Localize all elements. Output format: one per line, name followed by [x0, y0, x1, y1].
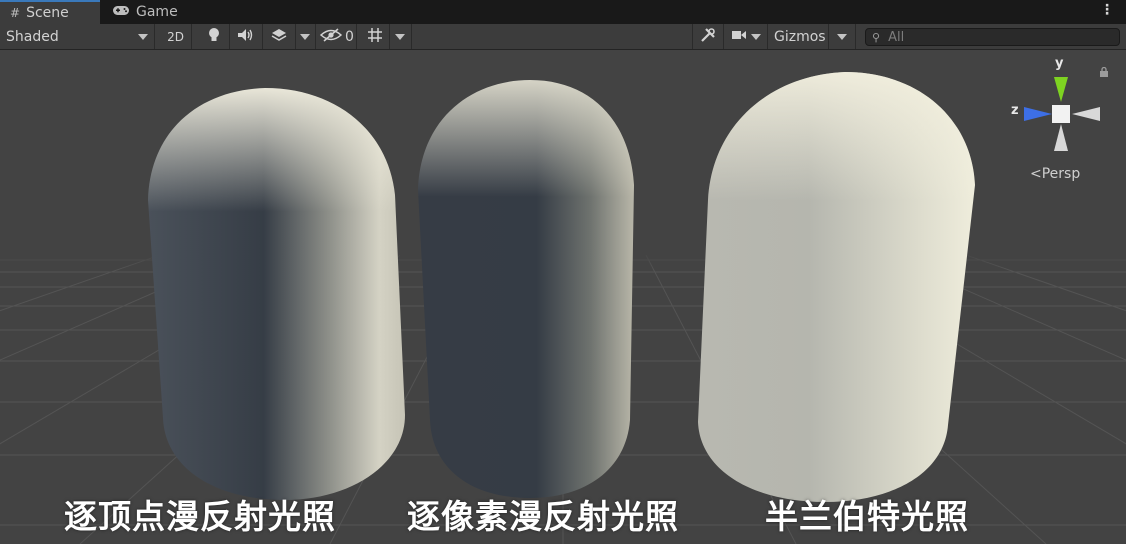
chevron-down-icon: [300, 34, 310, 40]
chevron-down-icon: [837, 34, 847, 40]
camera-settings-button[interactable]: [724, 24, 768, 49]
camera-icon: [731, 29, 747, 45]
eye-hidden-icon: [319, 27, 343, 46]
speaker-icon: [237, 28, 255, 46]
gizmos-dropdown-arrow[interactable]: [829, 24, 856, 49]
neg-y-axis-cone[interactable]: [1054, 124, 1068, 151]
caption-vertex-diffuse: 逐顶点漫反射光照: [64, 497, 336, 536]
chevron-down-icon: [751, 34, 761, 40]
lighting-toggle-button[interactable]: [199, 24, 230, 49]
caption-half-lambert: 半兰伯特光照: [765, 497, 969, 536]
caption-pixel-diffuse: 逐像素漫反射光照: [407, 497, 679, 536]
2d-toggle-button[interactable]: 2D: [160, 24, 192, 49]
tools-button[interactable]: [692, 24, 724, 49]
grid-dropdown-arrow[interactable]: [390, 24, 412, 49]
hidden-objects-button[interactable]: 0: [316, 24, 357, 49]
layers-icon: [270, 27, 288, 47]
2d-label: 2D: [167, 29, 184, 44]
x-axis-cone[interactable]: [1072, 107, 1100, 121]
capsule-vertex-lighting[interactable]: [148, 88, 405, 500]
gizmo-center-cube[interactable]: [1052, 105, 1070, 123]
y-axis-cone[interactable]: [1054, 77, 1068, 102]
gizmos-button[interactable]: Gizmos: [768, 24, 829, 49]
z-axis-cone[interactable]: [1024, 107, 1052, 121]
tab-scene-label: Scene: [26, 5, 69, 21]
scene-render: [0, 72, 1126, 544]
tab-game[interactable]: Game: [102, 0, 192, 24]
chevron-down-icon: [138, 34, 148, 40]
capsule-half-lambert[interactable]: [698, 72, 975, 502]
effects-dropdown-arrow[interactable]: [296, 24, 316, 49]
projection-toggle[interactable]: <Persp: [1030, 166, 1080, 182]
search-input[interactable]: ⚲ All: [865, 28, 1120, 46]
tab-bar: # Scene Game ⋮: [0, 0, 1126, 24]
grid-icon: #: [10, 6, 21, 20]
tab-scene[interactable]: # Scene: [0, 0, 100, 24]
audio-toggle-button[interactable]: [230, 24, 263, 49]
axis-y-label: y: [1055, 56, 1064, 71]
shading-mode-label: Shaded: [6, 28, 59, 45]
grid-snap-icon: [367, 27, 383, 47]
lightbulb-icon: [208, 27, 220, 47]
more-options-icon[interactable]: ⋮: [1100, 2, 1114, 18]
chevron-down-icon: [395, 34, 405, 40]
grid-toggle-button[interactable]: [360, 24, 390, 49]
gamepad-icon: [112, 5, 130, 19]
orientation-gizmo[interactable]: [1024, 77, 1100, 151]
shading-mode-dropdown[interactable]: Shaded: [0, 24, 155, 49]
axis-z-label: z: [1011, 103, 1019, 118]
search-placeholder: All: [888, 29, 905, 45]
scene-viewport[interactable]: y z <Persp 逐顶点漫反射光照 逐像素漫反射光照 半兰伯特光照: [0, 50, 1126, 544]
hidden-count: 0: [345, 28, 354, 45]
tools-icon: [700, 27, 716, 47]
tab-game-label: Game: [136, 4, 178, 20]
gizmos-label: Gizmos: [774, 28, 826, 45]
search-icon: ⚲: [872, 30, 881, 44]
capsule-pixel-lighting[interactable]: [418, 80, 634, 498]
effects-dropdown-button[interactable]: [263, 24, 296, 49]
lock-icon[interactable]: [1099, 67, 1109, 77]
